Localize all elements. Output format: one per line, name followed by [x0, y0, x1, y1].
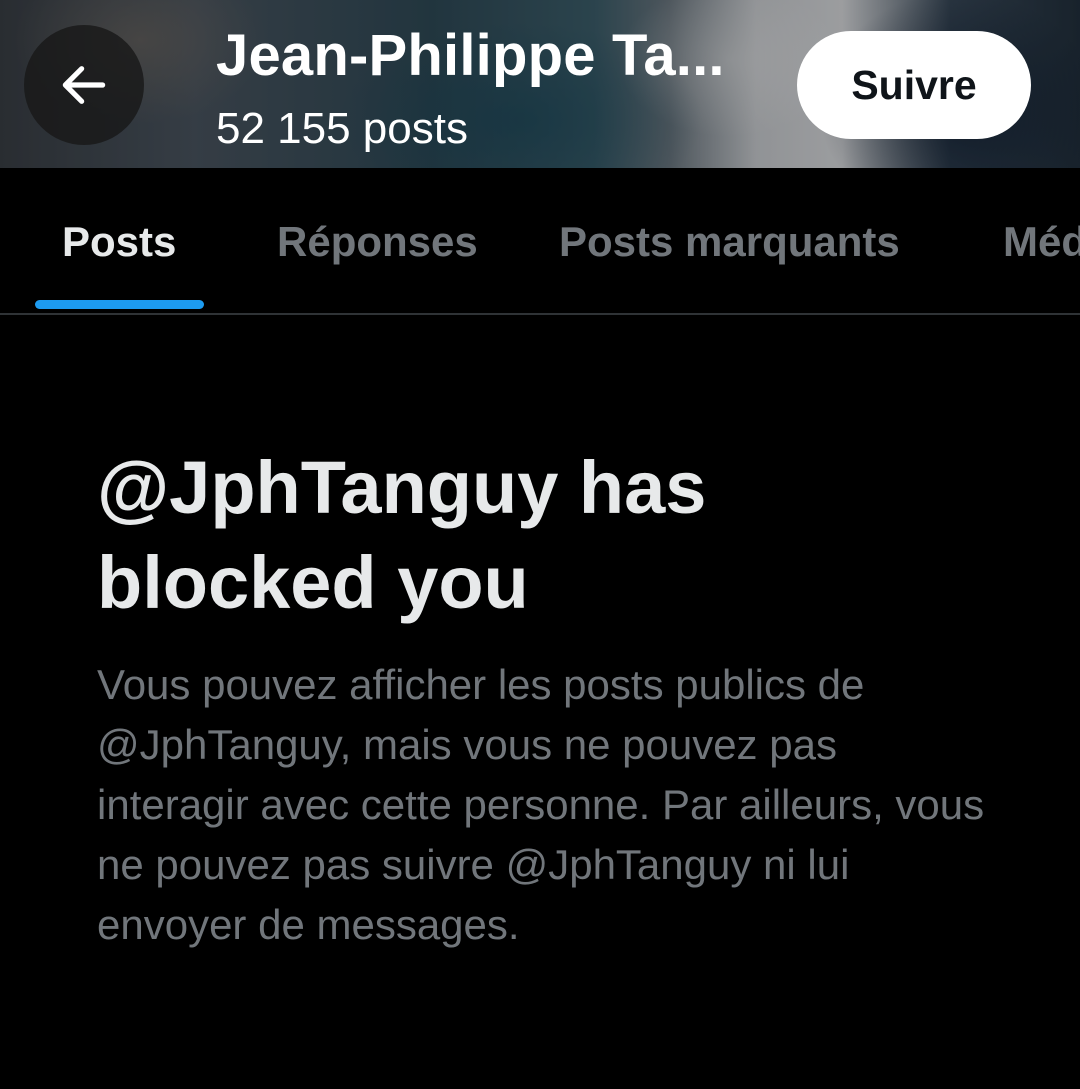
- profile-header: Jean-Philippe Ta... 52 155 posts Suivre: [0, 0, 1080, 168]
- tab-posts[interactable]: Posts: [62, 218, 176, 266]
- tab-media[interactable]: Méd: [1003, 218, 1080, 266]
- active-tab-indicator: [35, 300, 204, 309]
- post-count: 52 155 posts: [216, 104, 468, 153]
- profile-page: Jean-Philippe Ta... 52 155 posts Suivre …: [0, 0, 1080, 1089]
- blocked-title: @JphTanguy has blocked you: [97, 446, 707, 624]
- profile-tabs: Posts Réponses Posts marquants Méd: [0, 168, 1080, 315]
- blocked-description: Vous pouvez afficher les posts publics d…: [97, 661, 985, 948]
- profile-name: Jean-Philippe Ta...: [216, 23, 725, 88]
- tab-highlights[interactable]: Posts marquants: [559, 218, 900, 266]
- arrow-left-icon: [62, 66, 106, 104]
- follow-button[interactable]: Suivre: [797, 31, 1031, 139]
- back-button[interactable]: [24, 25, 144, 145]
- tab-replies[interactable]: Réponses: [277, 218, 478, 266]
